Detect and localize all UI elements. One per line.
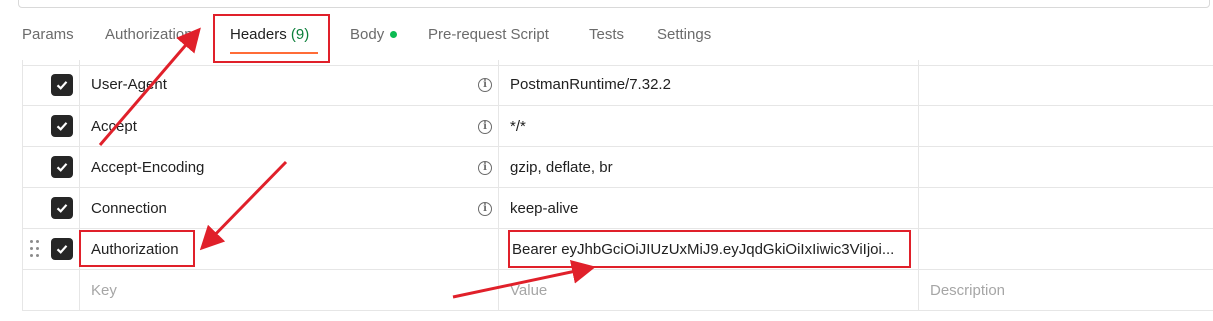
input-bar-remnant	[18, 0, 1210, 8]
tab-body[interactable]: Body	[350, 18, 398, 52]
tab-settings[interactable]: Settings	[657, 18, 711, 52]
header-value[interactable]: PostmanRuntime/7.32.2	[510, 76, 910, 93]
info-icon[interactable]: i	[478, 120, 492, 134]
tab-authorization[interactable]: Authorization	[105, 18, 193, 52]
tab-tests[interactable]: Tests	[589, 18, 624, 52]
annotation-box-authorization-key	[79, 230, 195, 267]
table-row: Accept i */*	[22, 106, 1213, 147]
table-row: Accept-Encoding i gzip, deflate, br	[22, 147, 1213, 188]
tab-params-label: Params	[22, 26, 74, 43]
column-divider	[918, 60, 919, 311]
table-row: User-Agent i PostmanRuntime/7.32.2	[22, 65, 1213, 106]
drag-handle-icon[interactable]	[30, 240, 40, 258]
row-enabled-checkbox[interactable]	[51, 197, 73, 219]
checkmark-icon	[56, 163, 68, 172]
header-value[interactable]: */*	[510, 118, 910, 135]
tab-params[interactable]: Params	[22, 18, 74, 52]
tab-pre-request-label: Pre-request Script	[428, 26, 549, 43]
info-icon[interactable]: i	[478, 161, 492, 175]
value-placeholder[interactable]: Value	[510, 282, 547, 299]
column-divider	[22, 60, 23, 311]
tab-tests-label: Tests	[589, 26, 625, 43]
info-icon[interactable]: i	[478, 78, 492, 92]
row-enabled-checkbox[interactable]	[51, 238, 73, 260]
table-row-new: Key Value Description	[22, 270, 1213, 311]
header-value[interactable]: keep-alive	[510, 200, 910, 217]
info-icon[interactable]: i	[478, 202, 492, 216]
row-enabled-checkbox[interactable]	[51, 74, 73, 96]
checkmark-icon	[56, 122, 68, 131]
annotation-box-authorization-value	[508, 230, 911, 268]
header-key[interactable]: Accept	[91, 118, 137, 135]
tab-pre-request-script[interactable]: Pre-request Script	[428, 18, 549, 52]
column-divider	[79, 60, 80, 311]
tab-settings-label: Settings	[657, 26, 712, 43]
column-divider	[498, 60, 499, 311]
header-key[interactable]: Accept-Encoding	[91, 159, 204, 176]
table-row: Connection i keep-alive	[22, 188, 1213, 229]
checkmark-icon	[56, 245, 68, 254]
header-key[interactable]: User-Agent	[91, 76, 167, 93]
checkmark-icon	[56, 81, 68, 90]
description-placeholder[interactable]: Description	[930, 282, 1005, 299]
key-placeholder[interactable]: Key	[91, 282, 117, 299]
request-tabs: Params Authorization Headers (9) Body Pr…	[0, 18, 1213, 52]
header-key[interactable]: Connection	[91, 200, 167, 217]
header-value[interactable]: gzip, deflate, br	[510, 159, 910, 176]
row-enabled-checkbox[interactable]	[51, 156, 73, 178]
annotation-box-headers-tab	[213, 14, 330, 63]
body-status-dot-icon	[390, 30, 398, 38]
checkmark-icon	[56, 204, 68, 213]
headers-table: User-Agent i PostmanRuntime/7.32.2 Accep…	[22, 60, 1213, 312]
tab-authorization-label: Authorization	[105, 26, 193, 43]
tab-body-label: Body	[350, 26, 385, 43]
row-enabled-checkbox[interactable]	[51, 115, 73, 137]
